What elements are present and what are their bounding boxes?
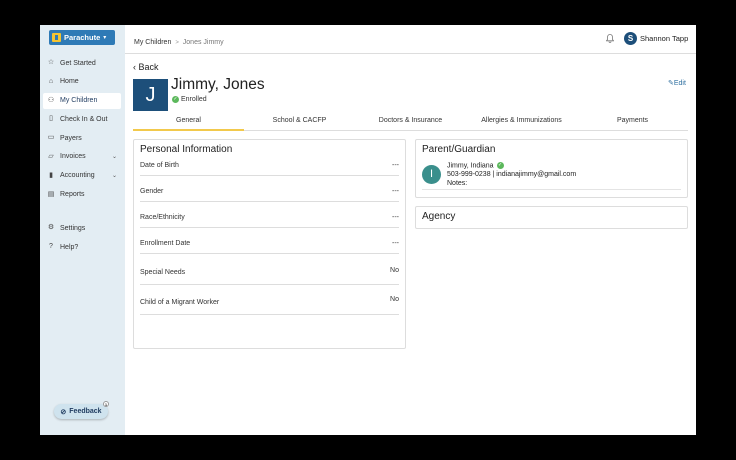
tab-allergies-immunizations[interactable]: Allergies & Immunizations [466, 114, 577, 130]
guardian-notes-label: Notes: [447, 180, 468, 187]
tab-general[interactable]: General [133, 114, 244, 131]
sidebar-item-accounting[interactable]: ▮ Accounting ⌄ [43, 168, 121, 184]
sidebar-item-check-in-out[interactable]: ▯ Check In & Out [43, 111, 121, 127]
sidebar-item-label: Settings [60, 224, 86, 232]
top-bar: My Children > Jones Jimmy S Shannon Tapp [125, 25, 696, 54]
org-switcher[interactable]: Parachute ▾ [49, 30, 115, 45]
info-value: --- [392, 188, 399, 195]
sidebar-item-label: Get Started [60, 59, 96, 67]
enrollment-status: ✓ Enrolled [172, 96, 207, 103]
home-icon: ⌂ [48, 77, 54, 85]
sidebar-item-label: Reports [60, 191, 85, 199]
sidebar-item-payers[interactable]: ▭ Payers [43, 130, 121, 146]
profile-tabs: General School & CACFP Doctors & Insuran… [133, 114, 688, 131]
edit-button[interactable]: ✎Edit [668, 79, 686, 87]
feedback-label: Feedback [69, 408, 102, 415]
child-avatar: J [133, 79, 168, 111]
info-value: --- [392, 240, 399, 247]
folder-icon: ▱ [48, 152, 54, 160]
personal-information-card: Personal Information Date of Birth --- G… [133, 139, 406, 349]
clipboard-icon: ▯ [49, 115, 53, 123]
info-value: --- [392, 162, 399, 169]
breadcrumb-separator: > [175, 40, 179, 46]
info-row-migrant-worker: Child of a Migrant Worker No [140, 296, 399, 315]
sidebar-item-label: Help? [60, 243, 79, 251]
users-icon: ⚇ [47, 96, 55, 104]
app-window: Parachute ▾ ☆ Get Started ⌂ Home ⚇ My Ch… [40, 25, 696, 435]
tab-payments[interactable]: Payments [577, 114, 688, 130]
sidebar-item-reports[interactable]: ▤ Reports [43, 187, 121, 203]
sidebar-item-label: Check In & Out [60, 115, 108, 123]
sidebar-item-invoices[interactable]: ▱ Invoices ⌄ [43, 149, 121, 165]
sidebar-item-label: My Children [60, 97, 98, 105]
info-row-special-needs: Special Needs No [140, 267, 399, 285]
edit-label: Edit [673, 80, 686, 87]
child-name: Jimmy, Jones [171, 76, 265, 93]
sidebar-item-label: Home [60, 78, 79, 86]
info-value: --- [392, 214, 399, 221]
sidebar-item-label: Payers [60, 134, 82, 142]
info-value: No [390, 296, 399, 303]
breadcrumb-current: Jones Jimmy [182, 39, 224, 46]
agency-card: Agency [415, 206, 688, 229]
sidebar-item-get-started[interactable]: ☆ Get Started [43, 55, 121, 71]
bar-chart-icon: ▮ [49, 171, 53, 179]
info-label: Enrollment Date [140, 240, 191, 247]
tab-school-cacfp[interactable]: School & CACFP [244, 114, 355, 130]
star-icon: ☆ [47, 59, 55, 66]
chevron-down-icon: ⌄ [111, 154, 117, 161]
card-title: Agency [422, 211, 456, 222]
chevron-left-icon: ‹ [133, 62, 136, 72]
info-row-enrollment-date: Enrollment Date --- [140, 240, 399, 254]
card-title: Parent/Guardian [422, 144, 496, 155]
chevron-down-icon: ▾ [103, 35, 107, 41]
document-icon: ▤ [47, 190, 55, 198]
help-icon: ? [49, 243, 53, 251]
card-title: Personal Information [140, 144, 233, 155]
sidebar-item-home[interactable]: ⌂ Home [43, 74, 121, 90]
info-row-date-of-birth: Date of Birth --- [140, 162, 399, 176]
breadcrumb: My Children > Jones Jimmy [134, 39, 224, 46]
sidebar-item-help[interactable]: ? Help? [43, 239, 121, 255]
user-name[interactable]: Shannon Tapp [640, 34, 688, 43]
sidebar-nav: ☆ Get Started ⌂ Home ⚇ My Children ▯ Che… [43, 55, 121, 258]
parachute-logo-icon [52, 33, 61, 42]
bell-icon[interactable] [605, 34, 615, 43]
wallet-icon: ▭ [47, 134, 55, 142]
sidebar-item-label: Accounting [60, 172, 95, 180]
gear-icon: ⚙ [47, 224, 55, 232]
guardian-name-row: Jimmy, Indiana ✓ [447, 162, 504, 169]
sidebar-item-settings[interactable]: ⚙ Settings [43, 220, 121, 236]
chevron-down-icon: ⌄ [111, 173, 117, 180]
check-circle-icon: ✓ [172, 96, 179, 103]
tab-doctors-insurance[interactable]: Doctors & Insurance [355, 114, 466, 130]
check-circle-icon: ✓ [496, 162, 504, 169]
sidebar: Parachute ▾ ☆ Get Started ⌂ Home ⚇ My Ch… [40, 25, 125, 435]
logo-text: Parachute [64, 33, 101, 42]
feedback-count-badge: 1 [103, 401, 109, 407]
info-label: Race/Ethnicity [140, 214, 185, 221]
guardian-name[interactable]: Jimmy, Indiana [447, 162, 494, 169]
info-row-gender: Gender --- [140, 188, 399, 202]
feedback-button[interactable]: ⊘ Feedback 1 [54, 401, 109, 419]
parent-guardian-card: Parent/Guardian I Jimmy, Indiana ✓ 503-99… [415, 139, 688, 198]
user-avatar[interactable]: S [624, 32, 637, 45]
info-label: Child of a Migrant Worker [140, 299, 220, 306]
info-label: Gender [140, 188, 164, 195]
back-label: Back [138, 62, 159, 72]
info-label: Special Needs [140, 269, 186, 276]
guardian-contact: 503-999-0238 | indianajimmy@gmail.com [447, 171, 577, 178]
info-row-race-ethnicity: Race/Ethnicity --- [140, 214, 399, 228]
back-button[interactable]: ‹ Back [133, 62, 159, 72]
info-label: Date of Birth [140, 162, 179, 169]
enrollment-status-label: Enrolled [181, 96, 207, 103]
sidebar-item-my-children[interactable]: ⚇ My Children [43, 92, 121, 109]
feedback-icon: ⊘ [60, 408, 67, 416]
guardian-avatar: I [422, 165, 441, 184]
info-value: No [390, 267, 399, 274]
divider [422, 189, 681, 190]
sidebar-item-label: Invoices [60, 153, 86, 161]
breadcrumb-parent-link[interactable]: My Children [134, 39, 171, 46]
